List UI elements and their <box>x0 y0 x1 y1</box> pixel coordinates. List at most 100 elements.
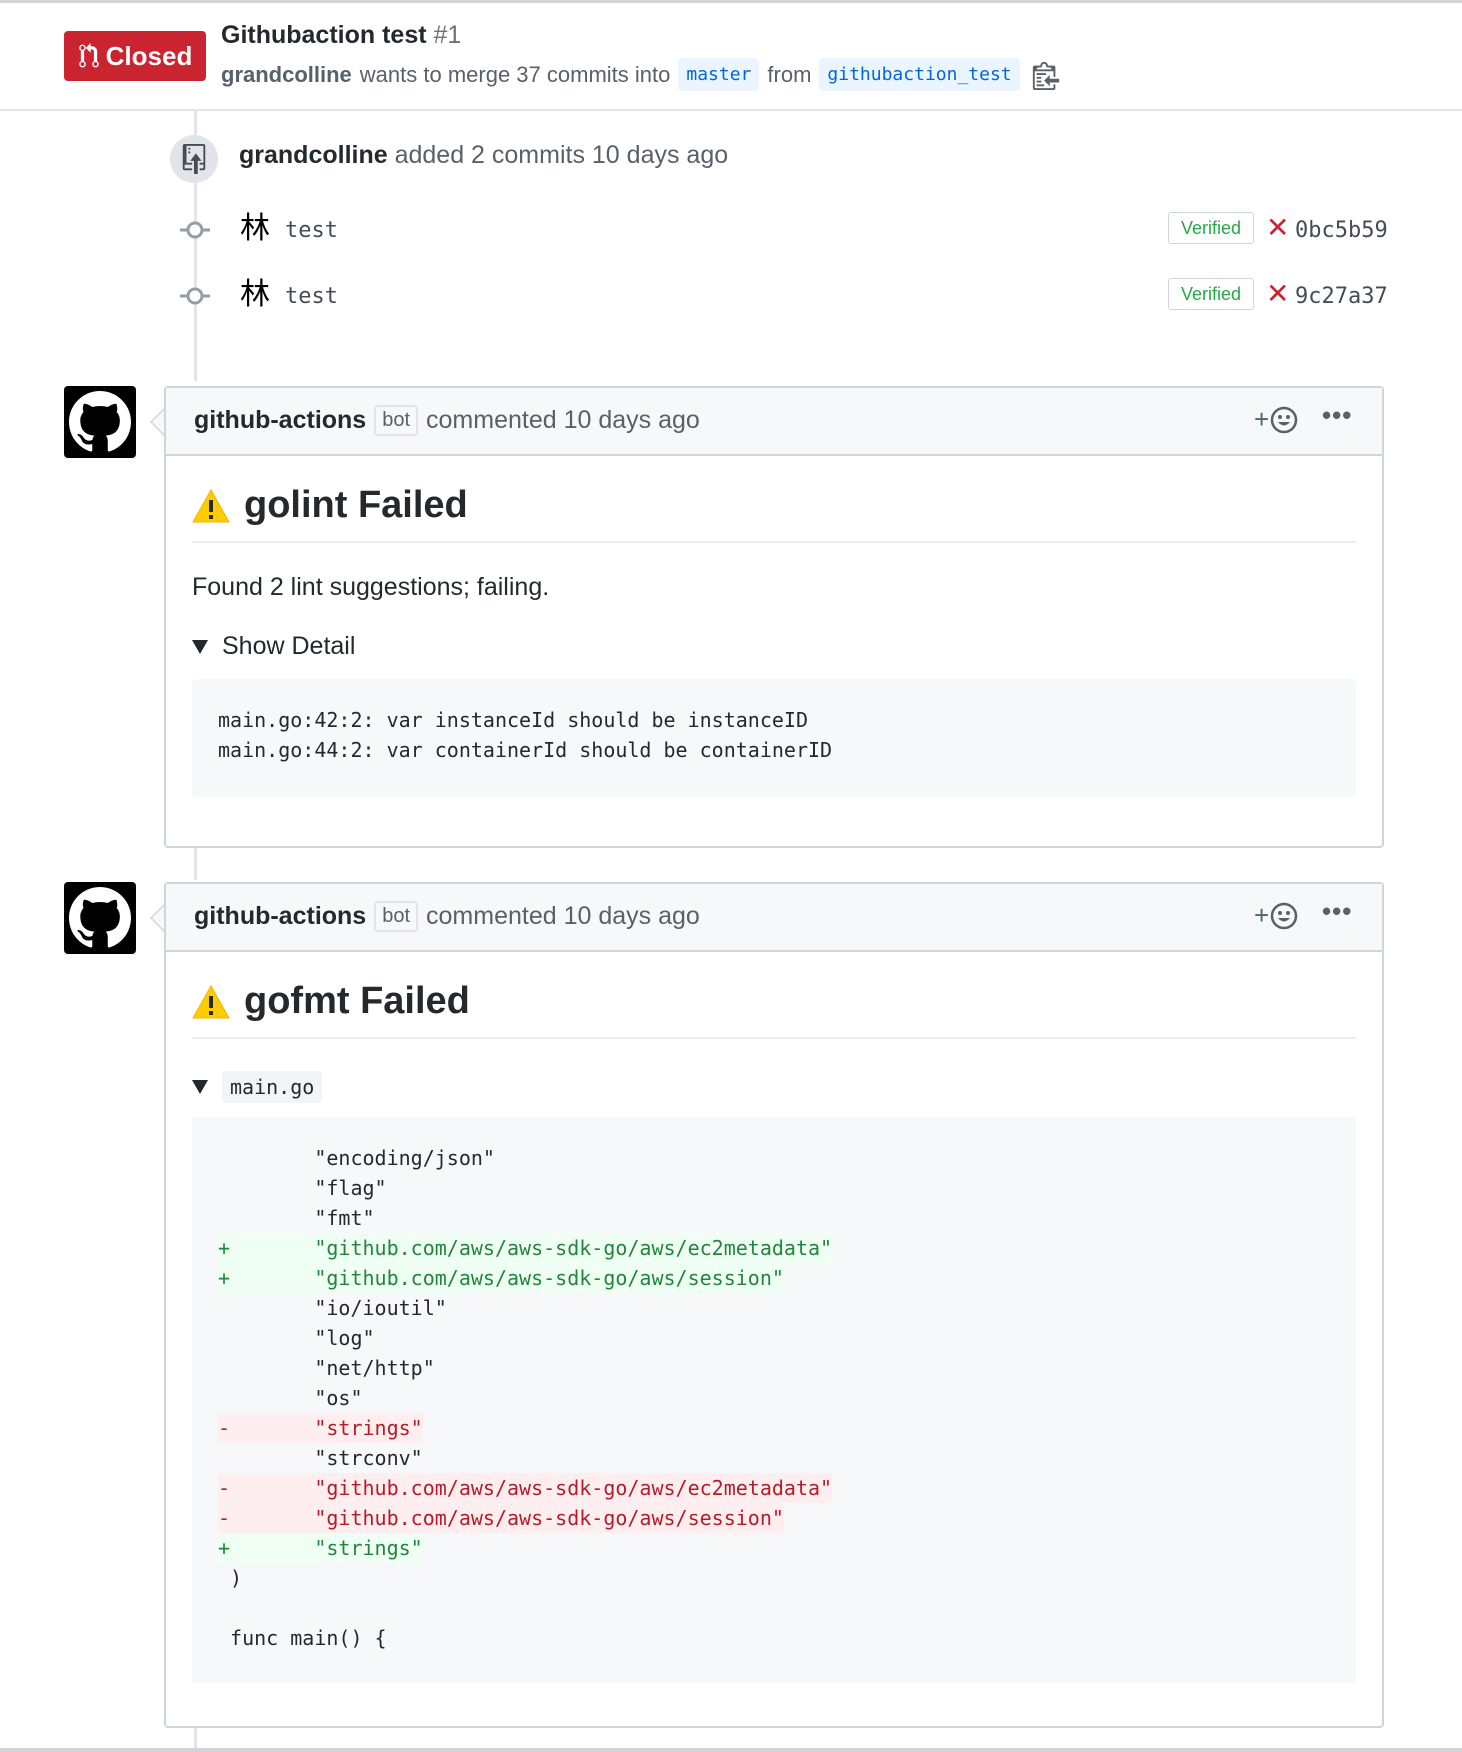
comment-gofmt: github-actions bot commented 10 days ago… <box>150 882 1384 1728</box>
diff-line-text: "fmt" <box>218 1206 375 1230</box>
diff-line-text: + "github.com/aws/aws-sdk-go/aws/session… <box>218 1263 784 1293</box>
diff-line-text: + "github.com/aws/aws-sdk-go/aws/ec2meta… <box>218 1233 833 1263</box>
repo-push-icon <box>182 144 206 174</box>
push-event-badge <box>170 135 218 183</box>
heading-text: golint Failed <box>244 484 468 526</box>
git-commit-icon <box>180 287 210 305</box>
bot-label: bot <box>374 901 419 932</box>
pr-title: Githubaction test #1 <box>221 21 461 50</box>
diff-line-added: + "strings" <box>218 1533 1330 1563</box>
diff-line-text: "net/http" <box>218 1356 435 1380</box>
diff-line-added: + "github.com/aws/aws-sdk-go/aws/ec2meta… <box>218 1233 1330 1263</box>
comment-caret <box>150 904 164 932</box>
diff-line-removed: - "github.com/aws/aws-sdk-go/aws/ec2meta… <box>218 1473 1330 1503</box>
commit-sha-link[interactable]: 9c27a37 <box>1295 284 1388 309</box>
diff-line-text: - "github.com/aws/aws-sdk-go/aws/ec2meta… <box>218 1473 833 1503</box>
comment-body: golint Failed Found 2 lint suggestions; … <box>166 456 1382 797</box>
bot-label: bot <box>374 405 419 436</box>
commit-row: 林 test Verified ✕ 0bc5b59 <box>180 210 1390 250</box>
diff-line-context <box>218 1593 1330 1623</box>
details-summary[interactable]: main.go <box>192 1071 1356 1103</box>
commit-row: 林 test Verified ✕ 9c27a37 <box>180 276 1390 316</box>
diff-line-context: "encoding/json" <box>218 1143 1330 1173</box>
diff-line-context: "io/ioutil" <box>218 1293 1330 1323</box>
warning-icon <box>192 488 230 523</box>
diff-line-text: func main() { <box>218 1626 387 1650</box>
commit-message-link[interactable]: test <box>285 218 338 243</box>
diff-line-text: "os" <box>218 1386 363 1410</box>
diff-line-removed: - "strings" <box>218 1413 1330 1443</box>
state-closed-badge: Closed <box>64 31 206 81</box>
comment-header-text: github-actions bot commented 10 days ago <box>194 901 700 932</box>
timeline-line <box>194 1728 197 1748</box>
git-pull-request-icon <box>78 43 99 68</box>
pr-author-link[interactable]: grandcolline <box>221 62 352 88</box>
diff-code-block: "encoding/json" "flag" "fmt" + "github.co… <box>192 1117 1356 1683</box>
diff-line-text: + "strings" <box>218 1533 423 1563</box>
timeline-line <box>194 848 197 880</box>
comment-body: gofmt Failed main.go "encoding/json" "fl… <box>166 952 1382 1683</box>
code-line: main.go:44:2: var containerId should be … <box>218 738 833 762</box>
diff-line-text: - "github.com/aws/aws-sdk-go/aws/session… <box>218 1503 784 1533</box>
heading-text: gofmt Failed <box>244 980 470 1022</box>
comment-paragraph: Found 2 lint suggestions; failing. <box>192 573 550 601</box>
plus-label: + <box>1254 900 1270 930</box>
github-actions-avatar[interactable] <box>64 882 136 954</box>
code-line: main.go:42:2: var instanceId should be i… <box>218 708 809 732</box>
kebab-horizontal-icon[interactable]: ••• <box>1322 896 1352 927</box>
verified-badge[interactable]: Verified <box>1168 278 1254 310</box>
clipboard-icon[interactable] <box>1032 60 1060 90</box>
commit-author-avatar[interactable]: 林 <box>240 278 274 312</box>
diff-line-text: "io/ioutil" <box>218 1296 447 1320</box>
push-author-link[interactable]: grandcolline <box>239 141 388 169</box>
diff-line-context: "flag" <box>218 1173 1330 1203</box>
warning-icon <box>192 984 230 1019</box>
triangle-down-icon <box>192 639 208 654</box>
diff-line-text: "log" <box>218 1326 375 1350</box>
comment-heading: golint Failed <box>192 456 1356 543</box>
comment-golint: github-actions bot commented 10 days ago… <box>150 386 1384 848</box>
github-logo-icon <box>69 887 131 948</box>
commit-sha-link[interactable]: 0bc5b59 <box>1295 218 1388 243</box>
github-logo-icon <box>69 391 131 452</box>
from-text: from <box>767 61 812 87</box>
base-branch-label[interactable]: master <box>678 58 760 91</box>
comment-header: github-actions bot commented 10 days ago… <box>150 884 1382 952</box>
bottom-border <box>0 1748 1462 1752</box>
verified-badge[interactable]: Verified <box>1168 212 1254 244</box>
details-summary-label: main.go <box>222 1071 323 1103</box>
x-icon[interactable]: ✕ <box>1266 213 1289 243</box>
comment-header: github-actions bot commented 10 days ago… <box>150 388 1382 456</box>
state-label: Closed <box>105 40 193 71</box>
diff-line-context: "fmt" <box>218 1203 1330 1233</box>
commit-message-link[interactable]: test <box>285 284 338 309</box>
details-summary-label: Show Detail <box>222 632 356 660</box>
pr-meta: grandcolline wants to merge 37 commits i… <box>221 58 1060 91</box>
diff-line-context: "strconv" <box>218 1443 1330 1473</box>
pr-header: Closed Githubaction test #1 grandcolline… <box>0 3 1462 111</box>
diff-line-text: - "strings" <box>218 1413 423 1443</box>
diff-line-text: "flag" <box>218 1176 387 1200</box>
pr-title-text: Githubaction test <box>221 21 427 49</box>
push-event-text: grandcolline added 2 commits 10 days ago <box>239 141 728 170</box>
comment-timestamp[interactable]: commented 10 days ago <box>426 406 700 435</box>
kebab-horizontal-icon[interactable]: ••• <box>1322 400 1352 431</box>
diff-line-text: ) <box>218 1566 243 1590</box>
diff-line-text: "strconv" <box>218 1446 423 1470</box>
add-reaction-button[interactable]: + <box>1254 900 1299 931</box>
github-actions-avatar[interactable] <box>64 386 136 458</box>
comment-timestamp[interactable]: commented 10 days ago <box>426 902 700 931</box>
comment-author-link[interactable]: github-actions <box>194 902 366 931</box>
head-branch-label[interactable]: githubaction_test <box>819 58 1020 91</box>
smiley-icon <box>1270 902 1298 929</box>
details-summary[interactable]: Show Detail <box>192 632 1356 661</box>
x-icon[interactable]: ✕ <box>1266 279 1289 309</box>
diff-line-context: "net/http" <box>218 1353 1330 1383</box>
add-reaction-button[interactable]: + <box>1254 404 1299 435</box>
comment-author-link[interactable]: github-actions <box>194 406 366 435</box>
pr-number: #1 <box>433 21 462 49</box>
commit-author-avatar[interactable]: 林 <box>240 212 274 246</box>
smiley-icon <box>1270 406 1298 433</box>
diff-line-context: "os" <box>218 1383 1330 1413</box>
diff-line-context: "log" <box>218 1323 1330 1353</box>
